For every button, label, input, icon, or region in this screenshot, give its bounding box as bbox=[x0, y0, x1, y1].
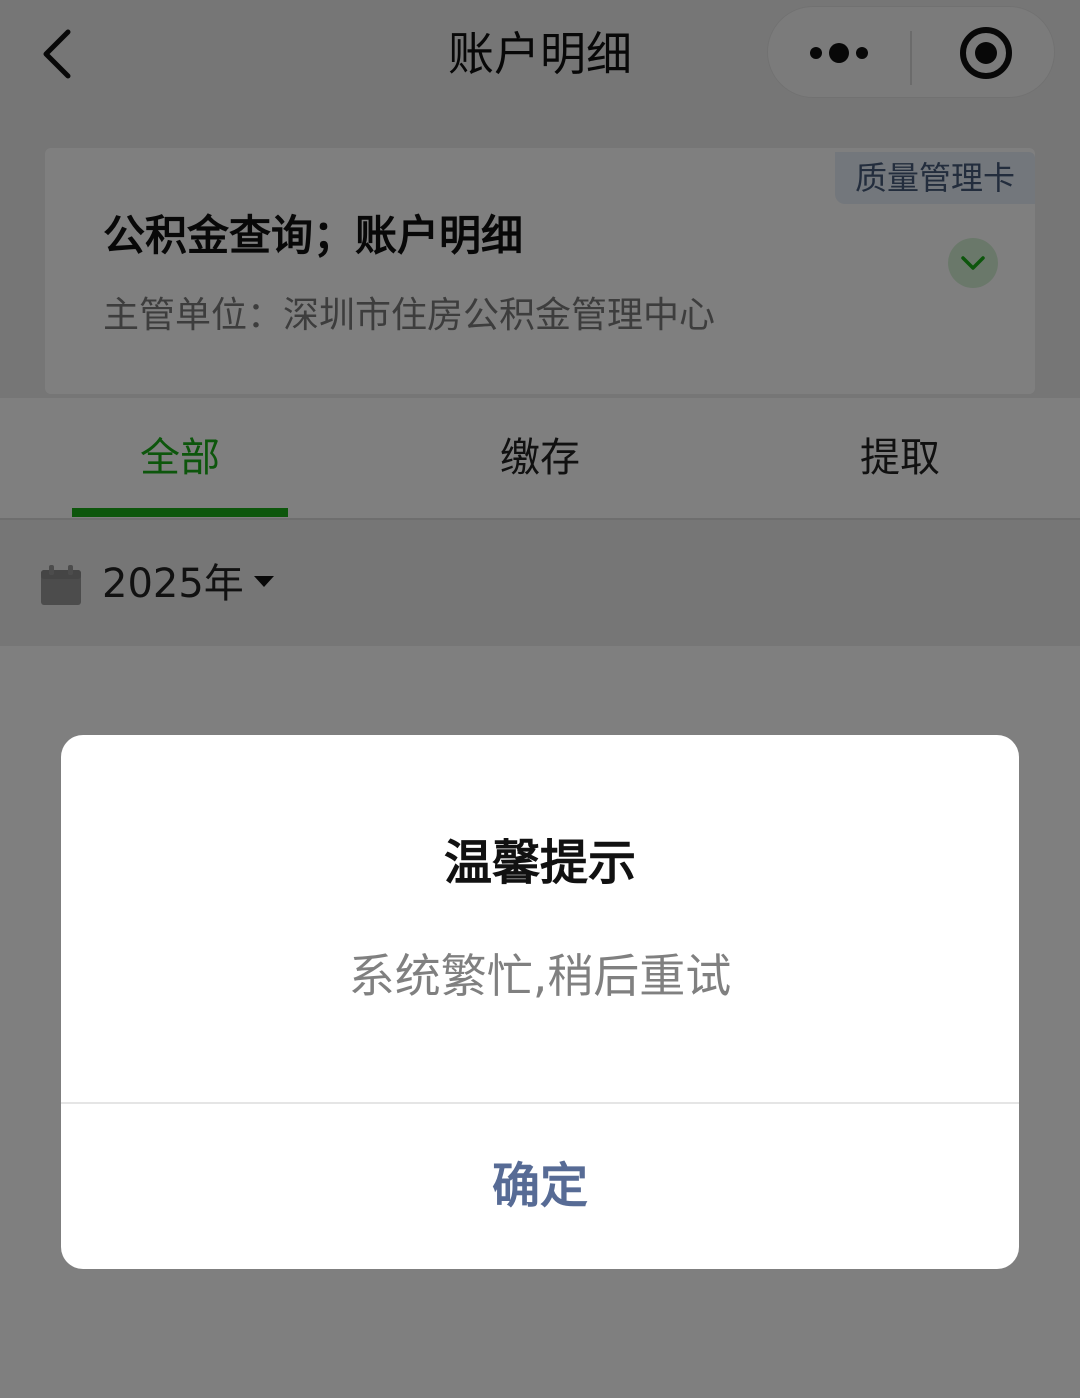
dialog-title: 温馨提示 bbox=[443, 835, 636, 891]
alert-dialog: 温馨提示 系统繁忙,稍后重试 确定 bbox=[61, 735, 1019, 1269]
confirm-button[interactable]: 确定 bbox=[61, 1104, 1019, 1269]
dialog-message: 系统繁忙,稍后重试 bbox=[348, 949, 732, 1003]
